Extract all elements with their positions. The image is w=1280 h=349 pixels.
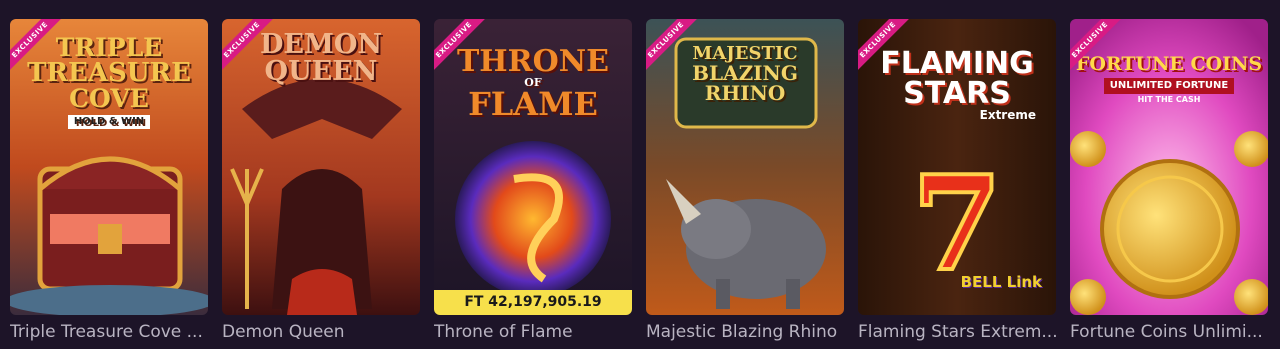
game-title[interactable]: Fortune Coins Unlimi...	[1070, 322, 1270, 342]
game-logo: TRIPLE TREASURE COVE HOLD & WIN	[27, 33, 191, 129]
game-title[interactable]: Majestic Blazing Rhino	[646, 322, 846, 342]
game-logo: MAJESTIC BLAZING RHINO	[692, 43, 798, 105]
game-title[interactable]: Triple Treasure Cove ...	[10, 322, 210, 342]
game-card-fortune-coins[interactable]: EXCLUSIVE FORTUNE COINS UNLIMITED FORTUN…	[1070, 19, 1268, 315]
game-card-throne-of-flame[interactable]: EXCLUSIVE THRONE OF FLAME FT 42,197,905.…	[434, 19, 632, 315]
jackpot-amount: FT 42,197,905.19	[434, 290, 632, 315]
game-card-majestic-blazing-rhino[interactable]: EXCLUSIVE MAJESTIC BLAZING RHINO	[646, 19, 844, 315]
game-logo: THRONE OF FLAME	[456, 44, 610, 123]
game-title[interactable]: Flaming Stars Extrem...	[858, 322, 1058, 342]
game-title[interactable]: Demon Queen	[222, 322, 422, 342]
bell-link-logo: BELL Link	[960, 273, 1042, 291]
game-card-flaming-stars-extreme[interactable]: 7 EXCLUSIVE FLAMING STARS Extreme BELL L…	[858, 19, 1056, 315]
game-card-demon-queen[interactable]: EXCLUSIVE DEMON QUEEN	[222, 19, 420, 315]
game-card-triple-treasure-cove[interactable]: EXCLUSIVE TRIPLE TREASURE COVE HOLD & WI…	[10, 19, 208, 315]
game-logo: FLAMING STARS Extreme	[880, 46, 1036, 122]
game-logo: FORTUNE COINS UNLIMITED FORTUNE HIT THE …	[1075, 53, 1263, 104]
game-title[interactable]: Throne of Flame	[434, 322, 634, 342]
game-carousel: EXCLUSIVE TRIPLE TREASURE COVE HOLD & WI…	[0, 0, 1280, 349]
